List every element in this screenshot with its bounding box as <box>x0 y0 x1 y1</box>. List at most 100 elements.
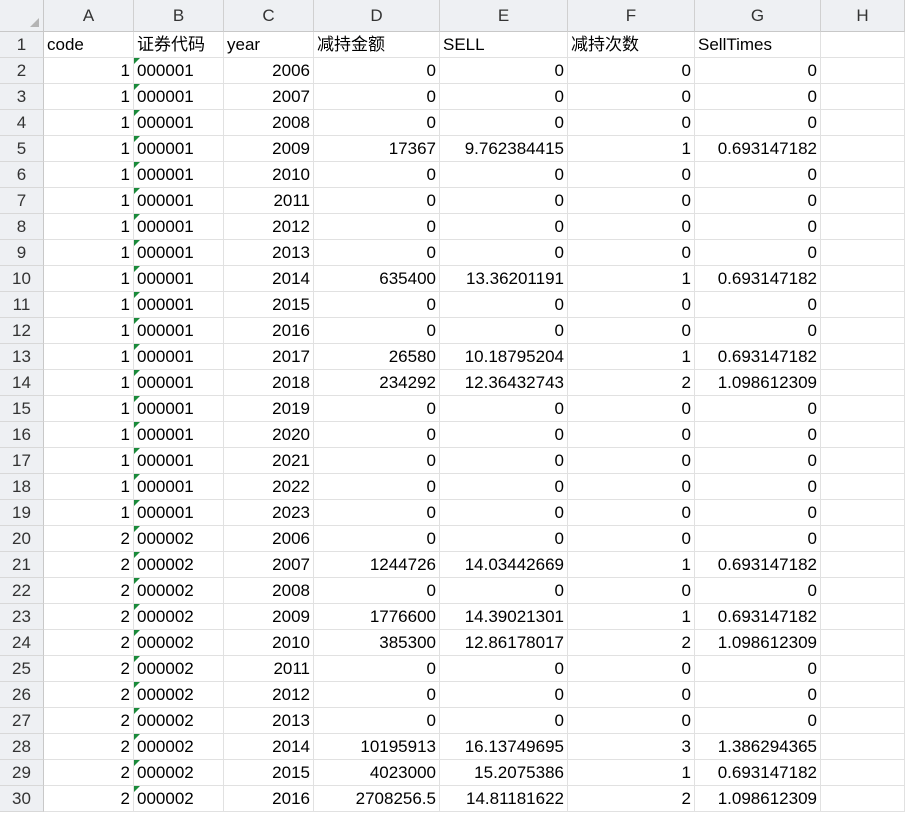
row-header[interactable]: 7 <box>0 188 44 214</box>
row-header[interactable]: 13 <box>0 344 44 370</box>
table-cell[interactable]: 000001 <box>134 448 224 474</box>
table-cell[interactable]: 1 <box>44 448 134 474</box>
table-cell[interactable]: 000001 <box>134 266 224 292</box>
table-cell[interactable]: 1.386294365 <box>695 734 821 760</box>
table-cell[interactable]: 0 <box>440 500 568 526</box>
table-cell[interactable]: 000002 <box>134 552 224 578</box>
table-cell[interactable]: 0 <box>568 656 695 682</box>
table-cell[interactable]: 000001 <box>134 474 224 500</box>
table-cell[interactable]: 000002 <box>134 708 224 734</box>
table-cell[interactable] <box>821 188 905 214</box>
table-cell[interactable] <box>821 162 905 188</box>
table-cell[interactable]: 0 <box>314 162 440 188</box>
table-cell[interactable] <box>821 760 905 786</box>
table-cell[interactable]: 0 <box>314 578 440 604</box>
table-cell[interactable]: 1 <box>568 266 695 292</box>
table-cell[interactable]: 1776600 <box>314 604 440 630</box>
row-header[interactable]: 5 <box>0 136 44 162</box>
table-cell[interactable]: 0 <box>314 682 440 708</box>
column-header-d[interactable]: D <box>314 0 440 32</box>
table-cell[interactable]: 1 <box>44 266 134 292</box>
table-cell[interactable]: 2006 <box>224 58 314 84</box>
table-cell[interactable]: 000001 <box>134 318 224 344</box>
table-cell[interactable]: 0 <box>568 682 695 708</box>
table-cell[interactable]: 1 <box>44 396 134 422</box>
table-cell[interactable]: 000002 <box>134 656 224 682</box>
table-cell[interactable]: 2020 <box>224 422 314 448</box>
table-cell[interactable] <box>821 370 905 396</box>
header-cell[interactable] <box>821 32 905 58</box>
table-cell[interactable] <box>821 604 905 630</box>
table-cell[interactable] <box>821 682 905 708</box>
table-cell[interactable]: 234292 <box>314 370 440 396</box>
table-cell[interactable]: 0 <box>314 422 440 448</box>
table-cell[interactable] <box>821 240 905 266</box>
table-cell[interactable]: 2008 <box>224 578 314 604</box>
table-cell[interactable]: 2016 <box>224 786 314 812</box>
table-cell[interactable]: 0 <box>695 500 821 526</box>
table-cell[interactable]: 1244726 <box>314 552 440 578</box>
table-cell[interactable]: 000001 <box>134 162 224 188</box>
table-cell[interactable] <box>821 136 905 162</box>
table-cell[interactable] <box>821 344 905 370</box>
table-cell[interactable]: 2016 <box>224 318 314 344</box>
table-cell[interactable]: 0 <box>568 188 695 214</box>
row-header[interactable]: 1 <box>0 32 44 58</box>
select-all-corner[interactable] <box>0 0 44 32</box>
table-cell[interactable]: 000001 <box>134 84 224 110</box>
table-cell[interactable]: 2021 <box>224 448 314 474</box>
table-cell[interactable]: 0 <box>314 474 440 500</box>
table-cell[interactable]: 2015 <box>224 760 314 786</box>
table-cell[interactable]: 000001 <box>134 396 224 422</box>
table-cell[interactable] <box>821 526 905 552</box>
table-cell[interactable]: 0 <box>440 422 568 448</box>
row-header[interactable]: 23 <box>0 604 44 630</box>
table-cell[interactable]: 2708256.5 <box>314 786 440 812</box>
row-header[interactable]: 14 <box>0 370 44 396</box>
table-cell[interactable]: 0 <box>314 318 440 344</box>
row-header[interactable]: 8 <box>0 214 44 240</box>
table-cell[interactable]: 10.18795204 <box>440 344 568 370</box>
table-cell[interactable]: 0 <box>314 448 440 474</box>
table-cell[interactable]: 0 <box>440 58 568 84</box>
table-cell[interactable] <box>821 500 905 526</box>
table-cell[interactable]: 1 <box>44 214 134 240</box>
table-cell[interactable]: 0 <box>440 656 568 682</box>
row-header[interactable]: 25 <box>0 656 44 682</box>
table-cell[interactable]: 1 <box>44 370 134 396</box>
row-header[interactable]: 24 <box>0 630 44 656</box>
row-header[interactable]: 16 <box>0 422 44 448</box>
row-header[interactable]: 3 <box>0 84 44 110</box>
table-cell[interactable]: 26580 <box>314 344 440 370</box>
table-cell[interactable] <box>821 110 905 136</box>
header-cell[interactable]: year <box>224 32 314 58</box>
table-cell[interactable]: 0 <box>568 474 695 500</box>
table-cell[interactable]: 2007 <box>224 84 314 110</box>
row-header[interactable]: 21 <box>0 552 44 578</box>
table-cell[interactable]: 2011 <box>224 656 314 682</box>
table-cell[interactable]: 2013 <box>224 240 314 266</box>
table-cell[interactable]: 0 <box>695 422 821 448</box>
table-cell[interactable]: 1 <box>568 604 695 630</box>
table-cell[interactable]: 1.098612309 <box>695 370 821 396</box>
table-cell[interactable]: 0 <box>440 474 568 500</box>
table-cell[interactable]: 2014 <box>224 734 314 760</box>
table-cell[interactable]: 2009 <box>224 604 314 630</box>
header-cell[interactable]: code <box>44 32 134 58</box>
table-cell[interactable]: 2 <box>44 578 134 604</box>
table-cell[interactable]: 1 <box>44 474 134 500</box>
table-cell[interactable]: 0 <box>695 240 821 266</box>
table-cell[interactable]: 000001 <box>134 370 224 396</box>
table-cell[interactable]: 0 <box>440 578 568 604</box>
row-header[interactable]: 15 <box>0 396 44 422</box>
row-header[interactable]: 6 <box>0 162 44 188</box>
table-cell[interactable]: 0 <box>695 448 821 474</box>
table-cell[interactable]: 0 <box>568 396 695 422</box>
header-cell[interactable]: SellTimes <box>695 32 821 58</box>
table-cell[interactable]: 0 <box>314 58 440 84</box>
table-cell[interactable]: 2012 <box>224 682 314 708</box>
table-cell[interactable] <box>821 552 905 578</box>
table-cell[interactable]: 000001 <box>134 188 224 214</box>
table-cell[interactable]: 0 <box>440 682 568 708</box>
table-cell[interactable]: 0 <box>314 110 440 136</box>
